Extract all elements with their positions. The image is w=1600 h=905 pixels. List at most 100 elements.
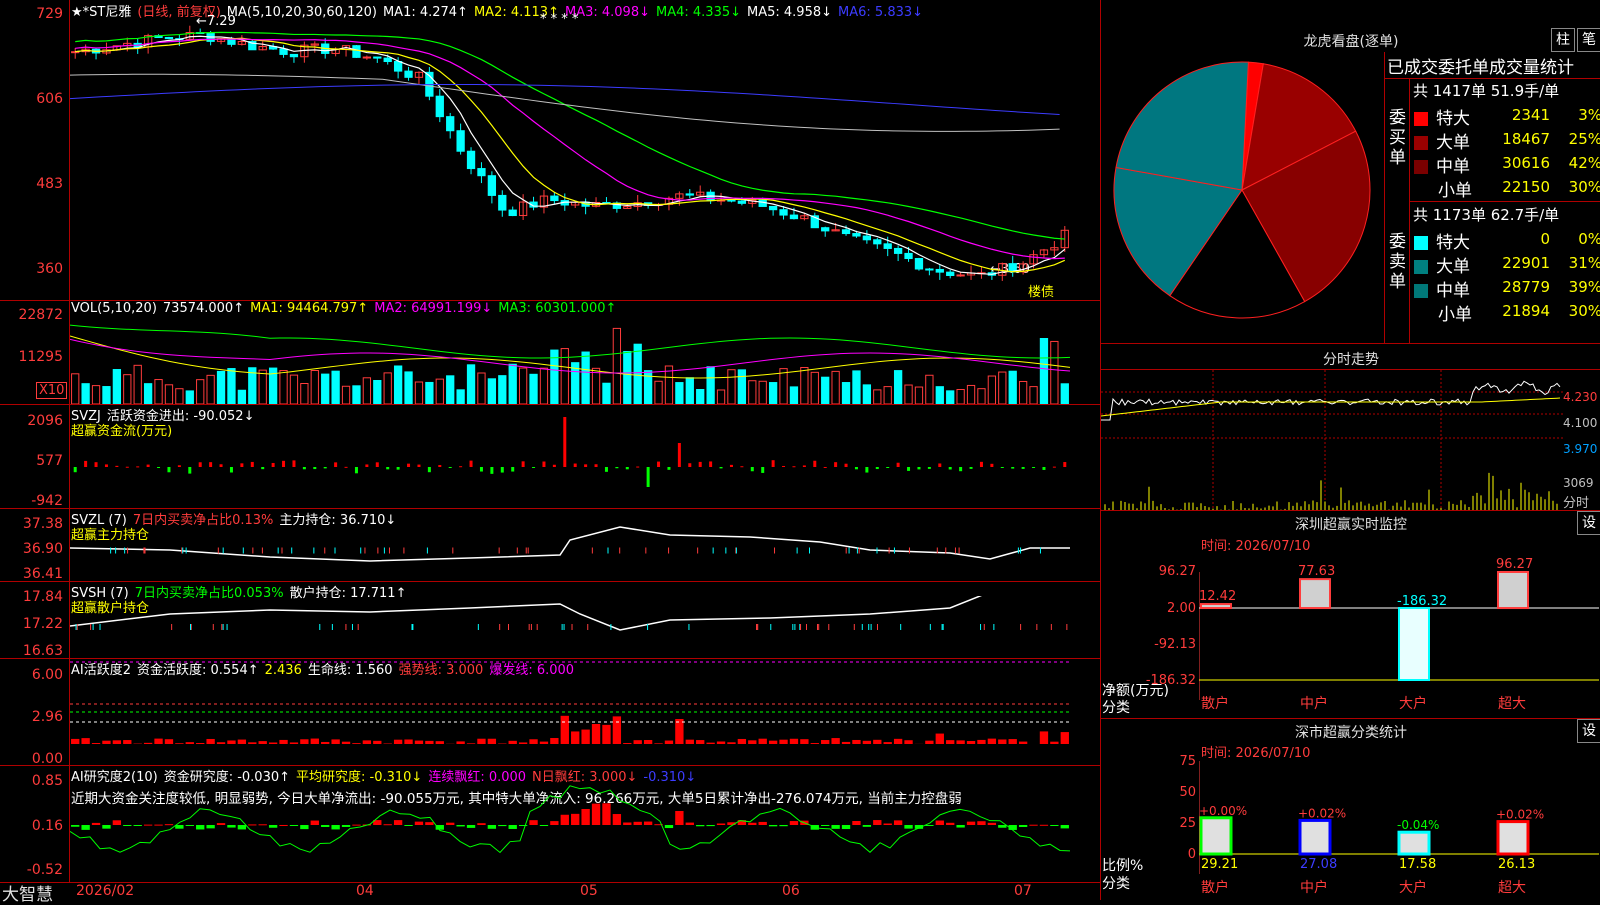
ma-line bbox=[75, 38, 1065, 271]
volume-bar bbox=[738, 370, 745, 404]
volume-bar bbox=[197, 380, 204, 404]
y-tick: 50 bbox=[1161, 785, 1196, 800]
intraday-chart[interactable] bbox=[1101, 370, 1563, 510]
volume-bar bbox=[717, 390, 724, 404]
buy-percent: 3% bbox=[1578, 106, 1600, 124]
fund-flow-bar bbox=[449, 467, 452, 468]
candle bbox=[509, 210, 516, 215]
activity-bar bbox=[696, 740, 704, 744]
kline-chart[interactable] bbox=[70, 18, 1100, 300]
activity-bar bbox=[717, 741, 725, 744]
bar-mode-button[interactable]: 柱 bbox=[1551, 28, 1575, 52]
research-bar bbox=[665, 825, 673, 828]
class-xlabel: 分类 bbox=[1102, 873, 1130, 893]
candle bbox=[363, 57, 370, 58]
volume-bar bbox=[863, 385, 870, 404]
ai-active-chart[interactable] bbox=[70, 660, 1100, 765]
fund-flow-bar bbox=[803, 465, 806, 467]
buy-percent: 42% bbox=[1569, 154, 1600, 172]
candle bbox=[457, 131, 464, 151]
change-label: +0.02% bbox=[1496, 808, 1544, 822]
fund-flow-bar bbox=[990, 464, 993, 467]
sz-monitor-title: 深圳超赢实时监控 bbox=[1101, 514, 1600, 534]
class-settings-button[interactable]: 设 bbox=[1577, 719, 1600, 743]
vol-ma2: MA2: 64991.199↓ bbox=[374, 301, 492, 316]
x-tick: 04 bbox=[356, 883, 374, 899]
pen-mode-button[interactable]: 笔 bbox=[1577, 28, 1600, 52]
buy-label: 委买单 bbox=[1389, 108, 1403, 168]
svsh-chart[interactable] bbox=[70, 596, 1100, 658]
research-bar bbox=[842, 825, 850, 829]
volume-bar bbox=[436, 379, 443, 404]
fund-flow-bar bbox=[595, 464, 598, 467]
fund-flow-bar bbox=[563, 417, 566, 467]
volume-bar bbox=[1061, 384, 1068, 404]
research-bar bbox=[144, 825, 152, 826]
activity-bar bbox=[561, 716, 569, 744]
fund-flow-bar bbox=[282, 461, 285, 467]
bar-value-label: 12.42 bbox=[1199, 589, 1236, 604]
fund-flow-bar bbox=[667, 467, 670, 470]
holding-line bbox=[70, 527, 1070, 561]
research-bar bbox=[602, 803, 610, 825]
pie-slice bbox=[1116, 62, 1248, 190]
activity-bar bbox=[956, 740, 964, 744]
activity-bar bbox=[196, 743, 204, 744]
candle bbox=[436, 96, 443, 116]
category-label: 超大 bbox=[1498, 880, 1526, 896]
sz-settings-button[interactable]: 设 bbox=[1577, 511, 1600, 535]
research-line bbox=[70, 786, 1070, 853]
activity-bar bbox=[550, 738, 558, 744]
activity-bar bbox=[581, 730, 589, 744]
y-tick: 96.27 bbox=[1141, 564, 1196, 579]
y-tick: 0.00 bbox=[0, 751, 63, 767]
research-bar bbox=[977, 821, 985, 825]
fund-flow-bar bbox=[917, 467, 920, 469]
volume-bar bbox=[988, 376, 995, 404]
volume-bar bbox=[363, 378, 370, 404]
activity-bar bbox=[144, 743, 152, 744]
volume-bar bbox=[415, 382, 422, 404]
buy-swatch bbox=[1414, 112, 1428, 126]
buy-volume: 22150 bbox=[1502, 178, 1550, 196]
activity-bar bbox=[675, 719, 683, 744]
candle bbox=[915, 259, 922, 269]
volume-bar bbox=[915, 387, 922, 404]
research-bar bbox=[404, 825, 412, 826]
svzj-chart[interactable] bbox=[70, 412, 1100, 508]
fund-flow-bar bbox=[834, 462, 837, 467]
research-bar bbox=[623, 822, 631, 825]
intraday-title: 分时走势 bbox=[1101, 349, 1600, 369]
volume-bar bbox=[894, 371, 901, 404]
candle bbox=[738, 201, 745, 203]
candle bbox=[165, 37, 172, 38]
fund-flow-bar bbox=[532, 467, 535, 468]
activity-bar bbox=[352, 743, 360, 744]
bar-value-label: 26.13 bbox=[1498, 857, 1535, 872]
research-bar bbox=[1029, 825, 1037, 826]
order-pie-chart[interactable] bbox=[1101, 60, 1384, 343]
activity-bar bbox=[529, 739, 537, 744]
activity-bar bbox=[540, 742, 548, 744]
volume-bar bbox=[332, 371, 339, 404]
svzl-chart[interactable] bbox=[70, 520, 1100, 581]
y-tick: 11295 bbox=[0, 349, 63, 365]
chart-area[interactable]: ★*ST尼雅(日线, 前复权)MA(5,10,20,30,60,120)MA1:… bbox=[0, 0, 1100, 900]
volume-bar bbox=[509, 364, 516, 404]
candle bbox=[686, 194, 693, 195]
sz-monitor-chart[interactable]: 12.42散户77.63中户-186.32大户96.27超大 bbox=[1199, 555, 1600, 715]
activity-bar bbox=[759, 739, 767, 744]
volume-bar bbox=[207, 375, 214, 404]
fund-flow-bar bbox=[907, 467, 910, 471]
activity-bar bbox=[71, 739, 79, 744]
activity-bar bbox=[331, 739, 339, 744]
vol-name[interactable]: VOL(5,10,20) bbox=[71, 301, 157, 316]
class-stat-chart[interactable]: +0.00%29.21散户+0.02%27.08中户-0.04%17.58大户+… bbox=[1199, 760, 1600, 900]
net-bar bbox=[1300, 579, 1330, 608]
vol-chart[interactable] bbox=[70, 318, 1100, 404]
research-bar bbox=[154, 825, 162, 826]
ai-research-chart[interactable] bbox=[70, 780, 1100, 882]
research-bar bbox=[540, 825, 548, 826]
sell-name: 中单 bbox=[1436, 281, 1470, 301]
activity-bar bbox=[1050, 742, 1058, 744]
